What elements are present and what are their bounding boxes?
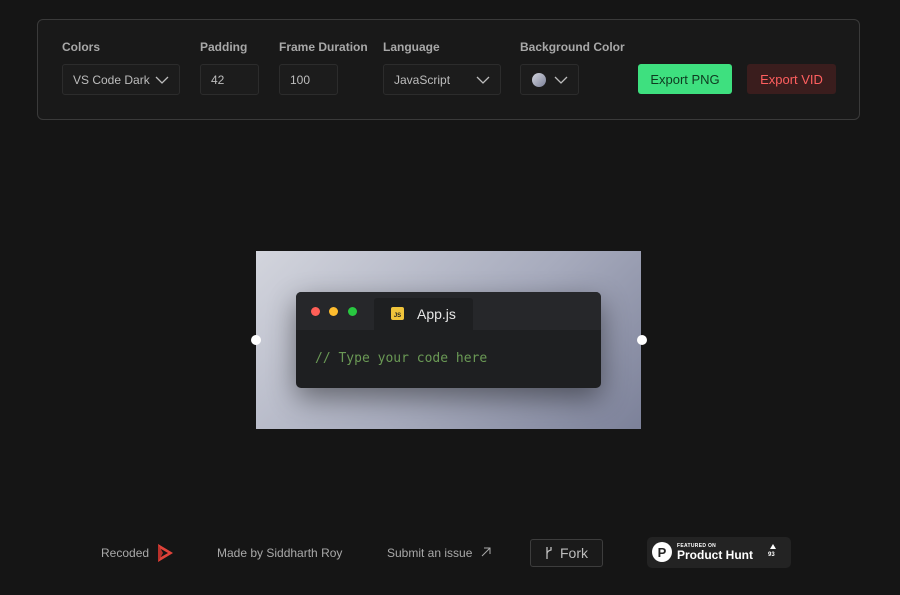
made-by-link[interactable]: Made by Siddharth Roy bbox=[217, 546, 342, 560]
recoded-link[interactable]: Recoded bbox=[101, 546, 149, 560]
submit-issue-link[interactable]: Submit an issue bbox=[387, 546, 472, 560]
language-select[interactable]: JavaScript bbox=[383, 64, 501, 95]
frame-duration-input[interactable]: 100 bbox=[279, 64, 338, 95]
fork-button-label: Fork bbox=[560, 545, 588, 561]
chevron-down-icon bbox=[554, 76, 568, 84]
padding-label: Padding bbox=[200, 40, 248, 54]
colors-label: Colors bbox=[62, 40, 101, 54]
language-select-value: JavaScript bbox=[394, 72, 451, 87]
file-tab-name: App.js bbox=[417, 306, 456, 322]
git-fork-icon bbox=[546, 547, 552, 559]
export-png-button[interactable]: Export PNG bbox=[638, 64, 732, 94]
resize-handle-left[interactable] bbox=[251, 335, 261, 345]
code-editor[interactable]: // Type your code here bbox=[315, 351, 487, 366]
export-vid-button[interactable]: Export VID bbox=[747, 64, 836, 94]
product-hunt-logo-icon: P bbox=[652, 542, 672, 562]
colors-select-value: VS Code Dark bbox=[73, 72, 150, 87]
color-swatch-icon bbox=[532, 73, 546, 87]
colors-select[interactable]: VS Code Dark bbox=[62, 64, 180, 95]
fork-button[interactable]: Fork bbox=[530, 539, 603, 567]
window-minimize-dot bbox=[329, 307, 338, 316]
resize-handle-right[interactable] bbox=[637, 335, 647, 345]
frame-duration-label: Frame Duration bbox=[279, 40, 368, 54]
frame-duration-input-value: 100 bbox=[290, 72, 311, 87]
window-maximize-dot bbox=[348, 307, 357, 316]
background-color-label: Background Color bbox=[520, 40, 625, 54]
product-hunt-name: Product Hunt bbox=[677, 548, 753, 562]
javascript-file-icon: JS bbox=[391, 307, 404, 320]
recoded-logo-icon[interactable] bbox=[157, 543, 174, 563]
file-tab[interactable]: JS App.js bbox=[374, 298, 473, 330]
toolbar: Colors VS Code Dark Padding 42 Frame Dur… bbox=[37, 19, 860, 120]
code-window: JS App.js // Type your code here bbox=[296, 292, 601, 388]
chevron-down-icon bbox=[476, 76, 490, 84]
language-label: Language bbox=[383, 40, 440, 54]
window-titlebar: JS App.js bbox=[296, 292, 601, 330]
product-hunt-badge[interactable]: P FEATURED ON Product Hunt 93 bbox=[647, 537, 791, 568]
upvote-arrow-icon bbox=[770, 544, 776, 549]
external-arrow-icon bbox=[481, 547, 491, 557]
padding-input-value: 42 bbox=[211, 72, 225, 87]
product-hunt-vote-count: 93 bbox=[768, 552, 775, 558]
padding-input[interactable]: 42 bbox=[200, 64, 259, 95]
window-close-dot bbox=[311, 307, 320, 316]
background-color-select[interactable] bbox=[520, 64, 579, 95]
chevron-down-icon bbox=[155, 76, 169, 84]
